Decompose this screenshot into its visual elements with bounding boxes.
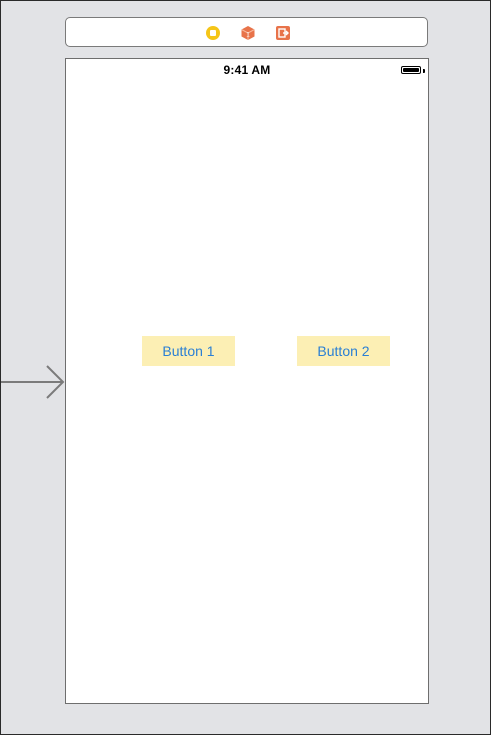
storyboard-canvas: 1 9:41 AM Button 1 Button 2 [0,0,491,735]
button-1[interactable]: Button 1 [142,336,235,366]
battery-full-icon [401,66,421,74]
view-controller-icon[interactable] [205,25,221,41]
first-responder-icon[interactable]: 1 [240,25,256,41]
button-2[interactable]: Button 2 [297,336,390,366]
exit-icon[interactable] [275,25,291,41]
iphone-view: 9:41 AM Button 1 Button 2 [65,58,429,704]
scene-dock: 1 [65,17,428,47]
status-bar-time: 9:41 AM [223,63,271,77]
initial-view-controller-arrow-icon [1,365,65,399]
battery-nub [423,69,425,73]
